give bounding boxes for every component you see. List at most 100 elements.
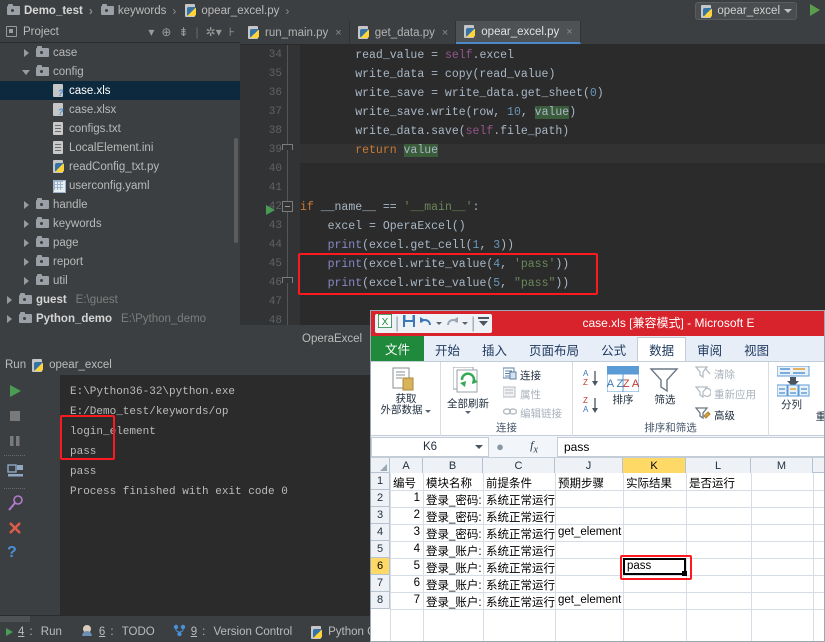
- column-header-K[interactable]: K: [623, 458, 686, 473]
- show-console-button[interactable]: [7, 463, 23, 479]
- edit-links-button[interactable]: 编辑链接: [502, 405, 562, 421]
- connections-button[interactable]: 连接: [502, 367, 541, 383]
- tab-formulas[interactable]: 公式: [590, 337, 637, 361]
- close-icon[interactable]: ×: [442, 27, 448, 39]
- refresh-all-label[interactable]: 全部刷新: [443, 399, 493, 410]
- chevron-down-icon[interactable]: ▾: [148, 25, 154, 39]
- cell-C6[interactable]: 系统正常运行: [486, 560, 555, 576]
- status-bar-item-run[interactable]: 4: Run: [6, 626, 62, 638]
- excel-title-bar[interactable]: X | | case.xls [兼容模式] - Microsoft E: [371, 311, 824, 336]
- cell-B2[interactable]: 登录_密码:: [426, 492, 484, 508]
- select-all-corner[interactable]: [371, 458, 390, 473]
- code-fold-marker[interactable]: [282, 201, 293, 212]
- tree-item-case[interactable]: case: [0, 43, 240, 62]
- cell-A2[interactable]: 1: [393, 492, 420, 504]
- breadcrumb-item-project[interactable]: Demo_test ›: [4, 4, 98, 18]
- chevron-down-icon[interactable]: [425, 410, 432, 413]
- row-header-3[interactable]: 3: [371, 507, 390, 524]
- chevron-right-icon[interactable]: [22, 219, 32, 229]
- chevron-right-icon[interactable]: [22, 276, 32, 286]
- cell-C4[interactable]: 系统正常运行: [486, 526, 555, 542]
- tab-page-layout[interactable]: 页面布局: [518, 337, 590, 361]
- close-icon[interactable]: ×: [566, 26, 572, 38]
- row-header-6[interactable]: 6: [371, 558, 390, 575]
- cell-J8[interactable]: get_element: [558, 594, 623, 606]
- cell-B8[interactable]: 登录_账户:: [426, 594, 484, 610]
- cell-B3[interactable]: 登录_密码:: [426, 509, 484, 525]
- cell-C5[interactable]: 系统正常运行: [486, 543, 555, 559]
- cell-A4[interactable]: 3: [393, 526, 420, 538]
- code-content[interactable]: read_value = self.excel write_data = cop…: [300, 45, 825, 325]
- sort-asc-icon[interactable]: AZ: [581, 368, 601, 393]
- tab-get-data-py[interactable]: get_data.py ×: [350, 21, 457, 44]
- cell-B5[interactable]: 登录_账户:: [426, 543, 484, 559]
- chevron-right-icon[interactable]: [22, 238, 32, 248]
- chevron-down-icon[interactable]: [784, 9, 792, 13]
- editor-gutter[interactable]: 34 35 36 37 38 39 40 41 42 43 44 45 46 4…: [240, 45, 313, 325]
- tree-item-userconfig-yaml[interactable]: userconfig.yaml: [0, 176, 240, 195]
- cell-C7[interactable]: 系统正常运行: [486, 577, 555, 593]
- tab-view[interactable]: 视图: [733, 337, 780, 361]
- pin-tab-button[interactable]: [7, 495, 23, 511]
- chevron-down-icon[interactable]: [475, 444, 483, 449]
- cell-B4[interactable]: 登录_密码:: [426, 526, 484, 542]
- chevron-right-icon[interactable]: [22, 48, 32, 58]
- run-button[interactable]: [810, 4, 820, 16]
- collapse-all-icon[interactable]: ⇟: [178, 25, 188, 39]
- formula-input[interactable]: pass: [557, 436, 824, 457]
- filter-label[interactable]: 筛选: [645, 395, 685, 406]
- cell-K6[interactable]: pass: [627, 560, 685, 572]
- sort-label[interactable]: 排序: [603, 395, 643, 406]
- code-fold-marker[interactable]: [282, 277, 293, 283]
- tree-item-report[interactable]: report: [0, 252, 240, 271]
- cell-A8[interactable]: 7: [393, 594, 420, 606]
- name-box[interactable]: K6: [371, 436, 489, 457]
- cell-C2[interactable]: 系统正常运行: [486, 492, 555, 508]
- project-tree[interactable]: case config ? case.xls ? case.xlsx confi…: [0, 43, 240, 355]
- hide-panel-icon[interactable]: ⊦: [229, 25, 235, 39]
- column-header-A[interactable]: A: [390, 458, 423, 473]
- chevron-right-icon[interactable]: [22, 257, 32, 267]
- column-header-B[interactable]: B: [423, 458, 483, 473]
- cell-J1[interactable]: 预期步骤: [558, 475, 623, 491]
- pause-button[interactable]: [7, 433, 23, 449]
- column-header-J[interactable]: J: [555, 458, 623, 473]
- stop-button[interactable]: [7, 408, 23, 424]
- status-bar-item-todo[interactable]: 6: TODO: [80, 624, 155, 640]
- tree-item-handle[interactable]: handle: [0, 195, 240, 214]
- tab-run-main-py[interactable]: run_main.py ×: [240, 21, 350, 44]
- tab-data[interactable]: 数据: [637, 337, 687, 361]
- close-button[interactable]: [7, 520, 23, 536]
- excel-window[interactable]: X | | case.xls [兼容模式] - Microsoft E 文件 开…: [370, 310, 825, 642]
- tree-item-readconfig-py[interactable]: readConfig_txt.py: [0, 157, 240, 176]
- chevron-down-icon[interactable]: [22, 67, 32, 77]
- locate-icon[interactable]: ⊕: [161, 25, 171, 39]
- chevron-right-icon[interactable]: [22, 200, 32, 210]
- cell-J4[interactable]: get_element: [558, 526, 623, 538]
- clear-filter-button[interactable]: 清除: [694, 366, 735, 382]
- excel-grid[interactable]: A B C J K L M 1 编号 模块名称 前提条件 预期步骤 实际结果 是…: [371, 458, 824, 641]
- cell-L1[interactable]: 是否运行: [689, 475, 751, 491]
- cell-B7[interactable]: 登录_账户:: [426, 577, 484, 593]
- tree-item-config[interactable]: config: [0, 62, 240, 81]
- text-to-columns-icon[interactable]: [776, 365, 815, 403]
- text-to-columns-label[interactable]: 分列: [769, 400, 814, 411]
- chevron-right-icon[interactable]: [5, 314, 15, 324]
- help-button[interactable]: ?: [7, 545, 23, 561]
- refresh-all-icon[interactable]: [452, 366, 485, 400]
- run-line-icon[interactable]: [266, 205, 275, 215]
- gear-icon[interactable]: ✲▾: [206, 25, 222, 39]
- remove-duplicates-label[interactable]: 重: [814, 412, 824, 423]
- row-header-4[interactable]: 4: [371, 524, 390, 541]
- cell-B1[interactable]: 模块名称: [426, 475, 484, 491]
- run-console-output[interactable]: E:\Python36-32\python.exe E:/Demo_test/k…: [60, 375, 400, 615]
- code-fold-marker[interactable]: [282, 144, 293, 150]
- sort-desc-icon[interactable]: ZA: [581, 395, 601, 420]
- cell-A1[interactable]: 编号: [393, 475, 423, 491]
- tab-file[interactable]: 文件: [371, 336, 425, 361]
- cell-C8[interactable]: 系统正常运行: [486, 594, 555, 610]
- tab-insert[interactable]: 插入: [471, 337, 518, 361]
- chevron-down-icon[interactable]: [465, 411, 471, 414]
- tree-scrollbar[interactable]: [234, 138, 238, 243]
- row-header-7[interactable]: 7: [371, 575, 390, 592]
